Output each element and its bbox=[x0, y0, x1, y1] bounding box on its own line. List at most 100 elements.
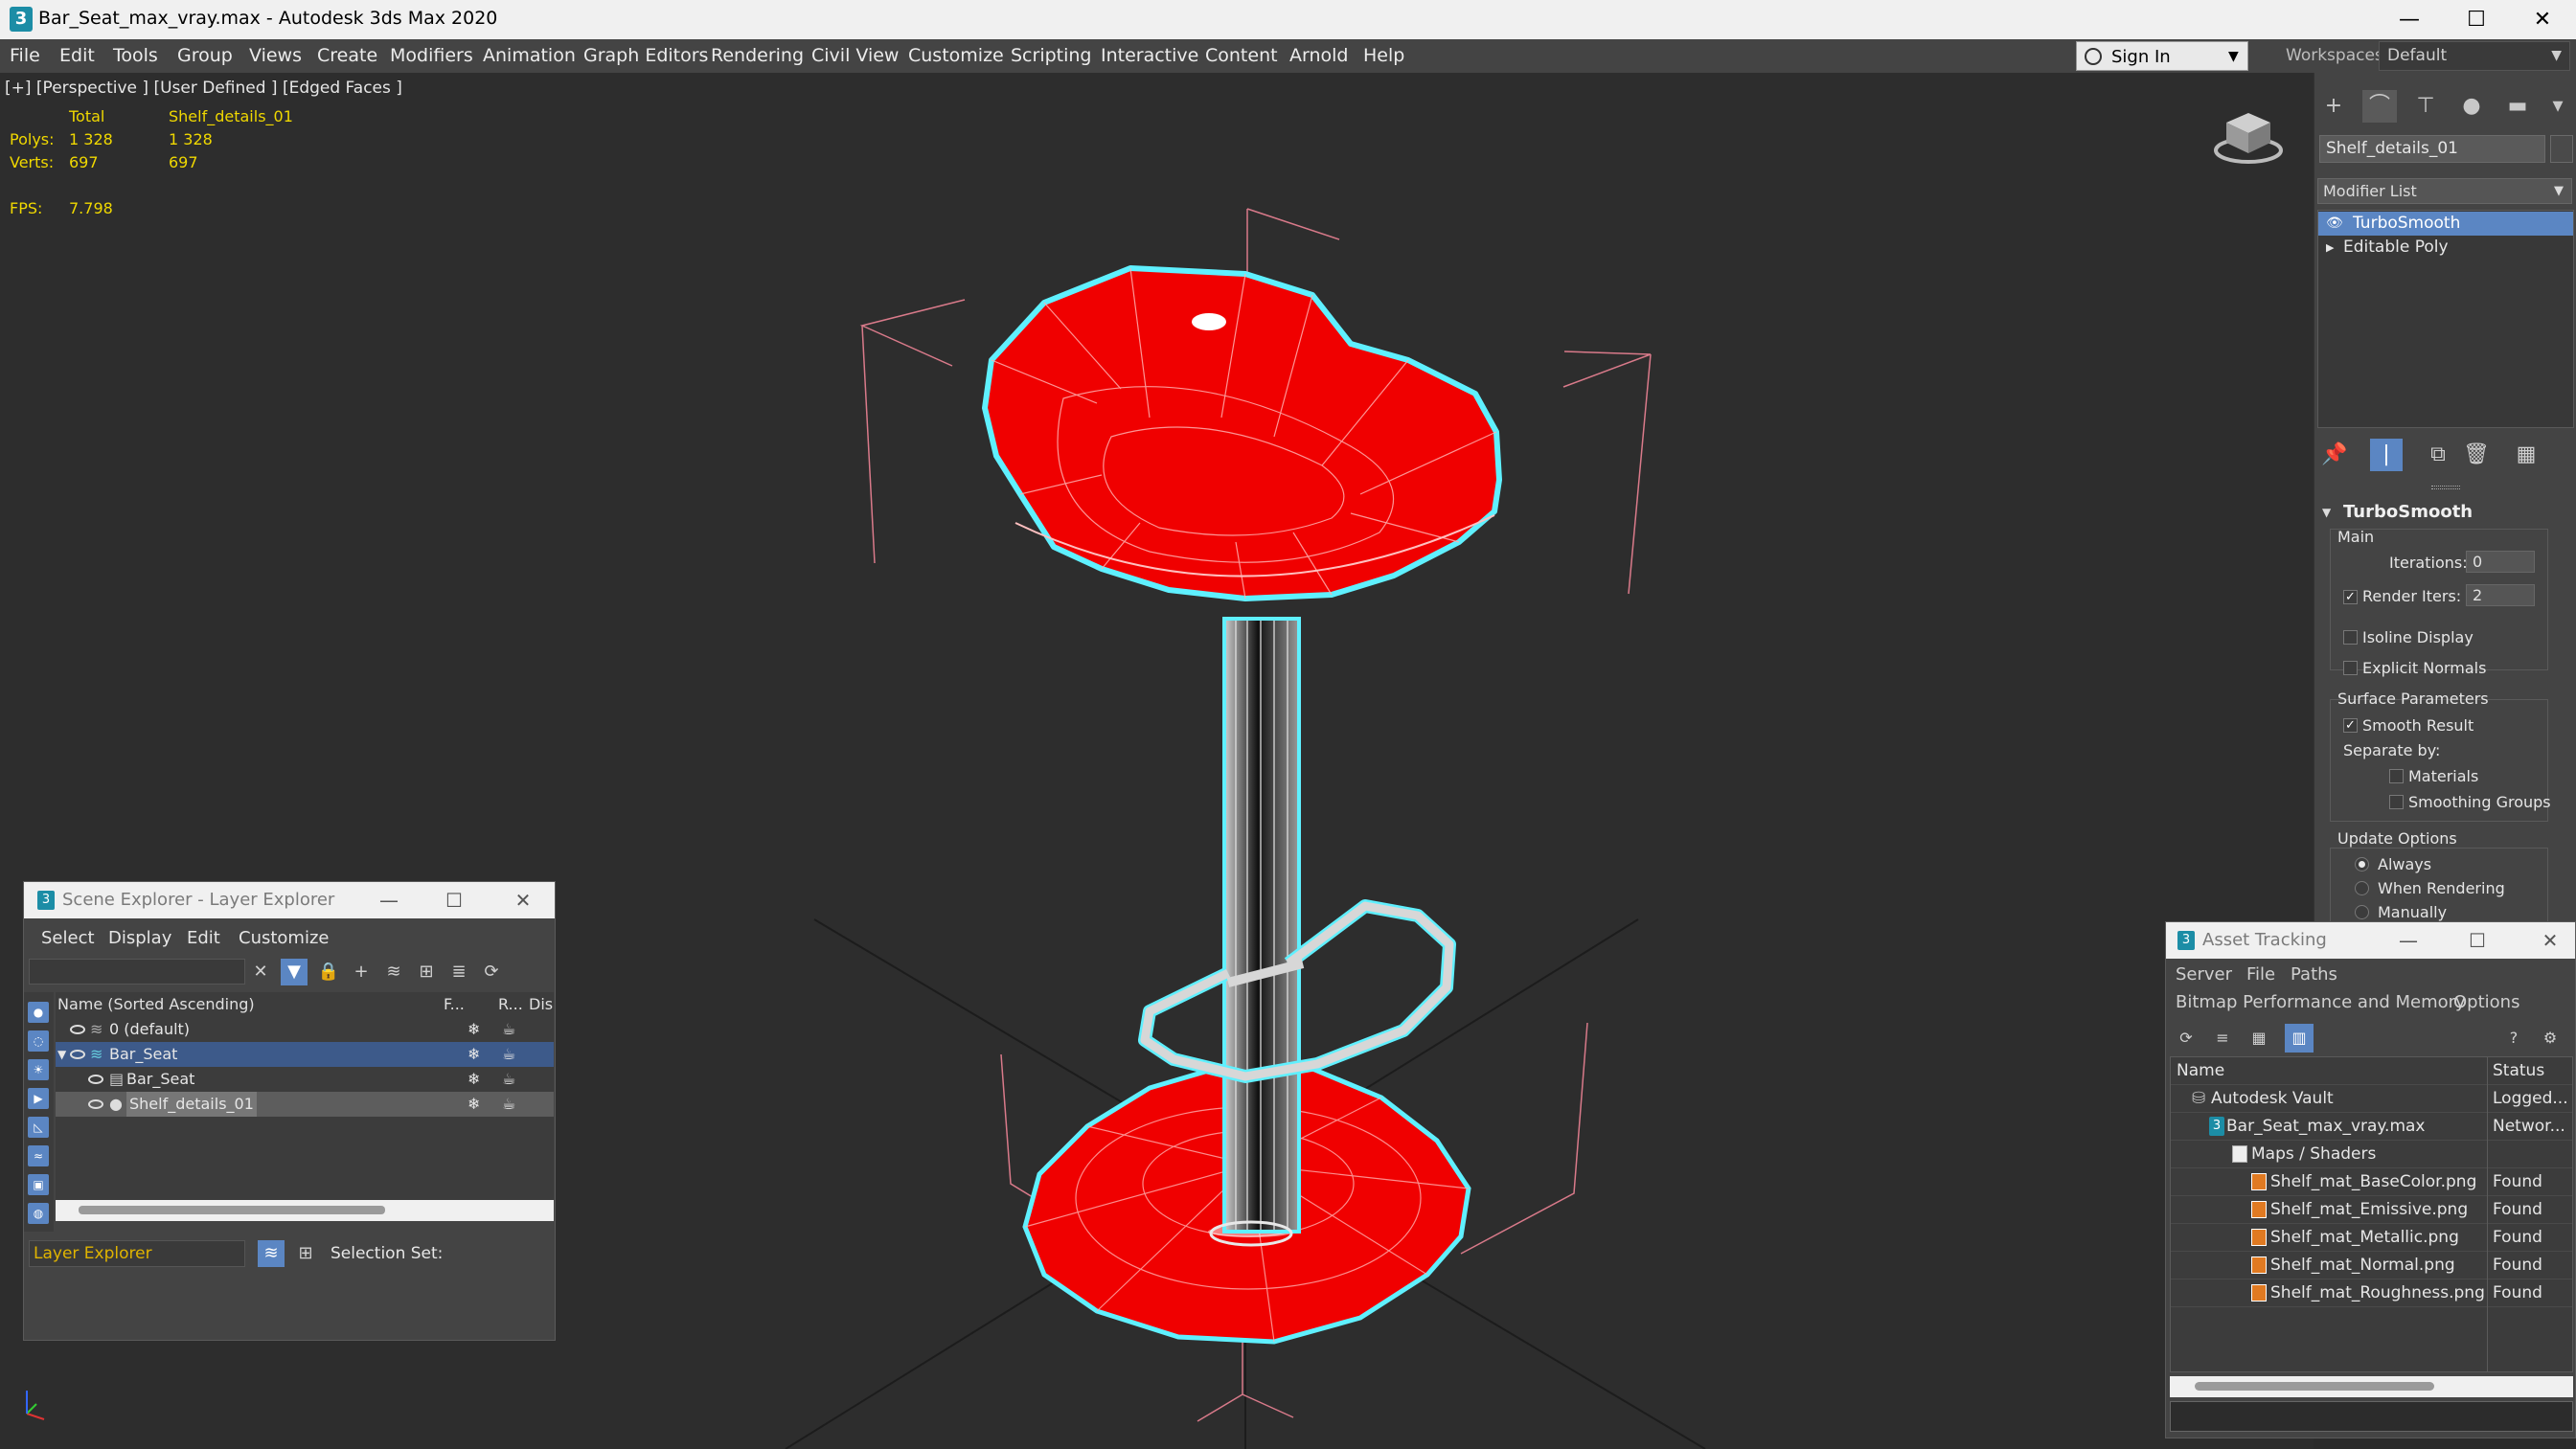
modifier-list-dropdown[interactable]: Modifier List ▼ bbox=[2317, 178, 2572, 204]
lights-filter-icon[interactable]: ☀ bbox=[28, 1059, 49, 1080]
tree-row-bar-seat-object[interactable]: ▤ Bar_Seat ❄ ☕ bbox=[56, 1067, 554, 1092]
eye-icon[interactable] bbox=[88, 1075, 103, 1084]
materials-checkbox[interactable] bbox=[2389, 769, 2404, 783]
geometry-filter-icon[interactable]: ● bbox=[28, 1002, 49, 1023]
eye-icon[interactable] bbox=[70, 1050, 85, 1059]
tree-row-shelf-details-01[interactable]: ● Shelf_details_01 ❄ ☕ bbox=[56, 1092, 554, 1117]
rollout-collapse-icon[interactable]: ▼ bbox=[2322, 506, 2331, 519]
menu-civil-view[interactable]: Civil View bbox=[811, 39, 899, 73]
remove-modifier-icon[interactable]: 🗑 bbox=[2460, 439, 2493, 471]
asset-row-max-file[interactable]: 3 Bar_Seat_max_vray.max Networ... bbox=[2171, 1113, 2572, 1141]
render-teapot-icon[interactable]: ☕ bbox=[502, 1042, 515, 1067]
asset-menu-paths[interactable]: Paths bbox=[2291, 964, 2337, 985]
explorer-type-dropdown[interactable]: Layer Explorer bbox=[29, 1240, 245, 1267]
stack-layers-icon[interactable]: ≣ bbox=[445, 959, 472, 985]
stack-item-editable-poly[interactable]: ▶ Editable Poly bbox=[2318, 236, 2573, 260]
freeze-icon[interactable]: ❄ bbox=[467, 1092, 480, 1117]
menu-content[interactable]: Content bbox=[1205, 39, 1278, 73]
list-view-icon[interactable]: ≡ bbox=[2208, 1024, 2237, 1053]
sign-in-dropdown[interactable]: Sign In ▼ bbox=[2076, 41, 2248, 71]
viewcube-icon[interactable] bbox=[2213, 107, 2285, 165]
table-view-icon[interactable]: ▥ bbox=[2285, 1024, 2314, 1053]
object-name-field[interactable]: Shelf_details_01 bbox=[2319, 135, 2545, 163]
configure-modifier-sets-icon[interactable]: ▦ bbox=[2510, 439, 2542, 471]
menu-rendering[interactable]: Rendering bbox=[711, 39, 804, 73]
eye-icon[interactable] bbox=[70, 1025, 85, 1034]
show-end-result-icon[interactable]: | bbox=[2370, 439, 2403, 471]
column-display-header[interactable]: Dis bbox=[529, 992, 553, 1017]
column-name-header[interactable]: Name bbox=[2177, 1057, 2224, 1085]
refresh-icon[interactable]: ⟳ bbox=[2172, 1024, 2200, 1053]
utilities-tab-icon[interactable]: ▾ bbox=[2543, 90, 2572, 123]
clear-search-icon[interactable]: ✕ bbox=[247, 959, 274, 985]
stack-item-turbosmooth[interactable]: 👁 TurboSmooth bbox=[2318, 212, 2573, 236]
layers-mode-icon[interactable]: ≋ bbox=[258, 1240, 285, 1267]
menu-customize[interactable]: Customize bbox=[908, 39, 1004, 73]
collapse-arrow-icon[interactable]: ▼ bbox=[57, 1042, 66, 1067]
scene-menu-edit[interactable]: Edit bbox=[187, 928, 220, 948]
minimize-button[interactable]: — bbox=[2376, 0, 2443, 39]
shapes-filter-icon[interactable]: ◌ bbox=[28, 1030, 49, 1052]
sync-icon[interactable]: ⟳ bbox=[478, 959, 505, 985]
menu-tools[interactable]: Tools bbox=[113, 39, 158, 73]
column-frozen-header[interactable]: F... bbox=[444, 992, 465, 1017]
maximize-button[interactable]: ☐ bbox=[2457, 922, 2497, 959]
asset-menu-server[interactable]: Server bbox=[2176, 964, 2232, 985]
asset-row-metallic[interactable]: Shelf_mat_Metallic.png Found bbox=[2171, 1224, 2572, 1252]
asset-row-maps-shaders[interactable]: Maps / Shaders bbox=[2171, 1141, 2572, 1168]
eye-icon[interactable] bbox=[88, 1099, 103, 1109]
asset-horizontal-scrollbar[interactable] bbox=[2170, 1376, 2573, 1397]
explicit-normals-checkbox[interactable] bbox=[2343, 661, 2358, 675]
tree-row-default-layer[interactable]: ≋ 0 (default) ❄ ☕ bbox=[56, 1017, 554, 1042]
turbosmooth-rollout-title[interactable]: TurboSmooth bbox=[2343, 502, 2473, 522]
hierarchy-icon[interactable]: ⊞ bbox=[413, 959, 440, 985]
menu-file[interactable]: File bbox=[10, 39, 40, 73]
motion-tab-icon[interactable]: ● bbox=[2454, 90, 2489, 123]
scene-horizontal-scrollbar[interactable] bbox=[56, 1200, 554, 1221]
menu-modifiers[interactable]: Modifiers bbox=[390, 39, 473, 73]
object-color-swatch[interactable] bbox=[2550, 135, 2573, 163]
smoothing-groups-checkbox[interactable] bbox=[2389, 795, 2404, 809]
asset-row-vault[interactable]: ⛁ Autodesk Vault Logged... bbox=[2171, 1085, 2572, 1113]
menu-help[interactable]: Help bbox=[1363, 39, 1404, 73]
workspace-select[interactable]: Default ▼ bbox=[2379, 41, 2570, 71]
panel-splitter[interactable] bbox=[2431, 486, 2460, 489]
pin-stack-icon[interactable]: 📌 bbox=[2318, 439, 2351, 471]
menu-graph-editors[interactable]: Graph Editors bbox=[583, 39, 708, 73]
filter-icon[interactable]: ▼ bbox=[281, 959, 308, 985]
tree-row-bar-seat-layer[interactable]: ▼ ≋ Bar_Seat ❄ ☕ bbox=[56, 1042, 554, 1067]
make-unique-icon[interactable]: ⧉ bbox=[2422, 439, 2454, 471]
hierarchy-tab-icon[interactable]: ⊤ bbox=[2408, 90, 2443, 123]
when-rendering-radio[interactable] bbox=[2355, 881, 2369, 895]
lock-icon[interactable]: 🔒 bbox=[315, 959, 342, 985]
display-tab-icon[interactable]: ▬ bbox=[2500, 90, 2535, 123]
always-radio[interactable] bbox=[2355, 857, 2369, 872]
asset-row-roughness[interactable]: Shelf_mat_Roughness.png Found bbox=[2171, 1279, 2572, 1307]
create-tab-icon[interactable]: + bbox=[2316, 90, 2351, 123]
thumbnail-view-icon[interactable]: ▦ bbox=[2245, 1024, 2273, 1053]
scene-explorer-title-bar[interactable]: 3 Scene Explorer - Layer Explorer — ☐ ✕ bbox=[24, 882, 555, 918]
render-teapot-icon[interactable]: ☕ bbox=[502, 1017, 515, 1042]
render-iters-checkbox[interactable]: ✓ bbox=[2343, 590, 2358, 604]
render-iters-spinner[interactable]: 2 bbox=[2466, 584, 2535, 606]
groups-filter-icon[interactable]: ▣ bbox=[28, 1174, 49, 1195]
helpers-filter-icon[interactable]: ◺ bbox=[28, 1117, 49, 1138]
close-button[interactable]: ✕ bbox=[2530, 922, 2570, 959]
iterations-spinner[interactable]: 0 bbox=[2466, 551, 2535, 573]
scene-menu-select[interactable]: Select bbox=[41, 928, 95, 948]
modify-tab-icon[interactable]: ⌒ bbox=[2362, 90, 2397, 123]
viewport-label-menu[interactable]: [+] [Perspective ] [User Defined ] [Edge… bbox=[5, 79, 402, 98]
menu-edit[interactable]: Edit bbox=[59, 39, 95, 73]
menu-arnold[interactable]: Arnold bbox=[1289, 39, 1348, 73]
cameras-filter-icon[interactable]: ▶ bbox=[28, 1088, 49, 1109]
asset-row-emissive[interactable]: Shelf_mat_Emissive.png Found bbox=[2171, 1196, 2572, 1224]
help-icon[interactable]: ? bbox=[2499, 1024, 2528, 1053]
scene-menu-display[interactable]: Display bbox=[108, 928, 171, 948]
settings-icon[interactable]: ⚙ bbox=[2536, 1024, 2565, 1053]
scene-menu-customize[interactable]: Customize bbox=[239, 928, 329, 948]
asset-row-normal[interactable]: Shelf_mat_Normal.png Found bbox=[2171, 1252, 2572, 1279]
scrollbar-thumb[interactable] bbox=[2195, 1382, 2434, 1391]
column-name-header[interactable]: Name (Sorted Ascending) bbox=[57, 992, 255, 1017]
freeze-icon[interactable]: ❄ bbox=[467, 1042, 480, 1067]
expand-arrow-icon[interactable]: ▶ bbox=[2326, 236, 2334, 260]
